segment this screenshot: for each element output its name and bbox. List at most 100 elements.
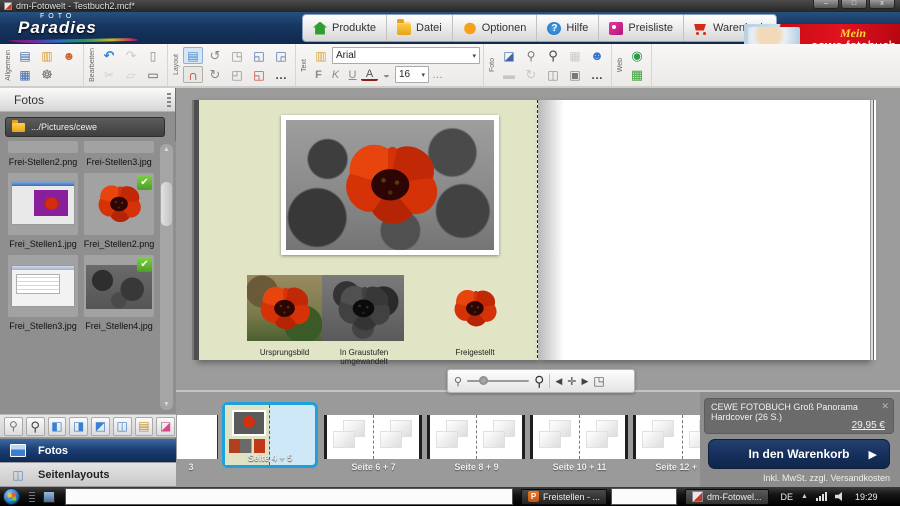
clock[interactable]: 19:29 <box>855 492 878 502</box>
menu-optionen[interactable]: Optionen <box>453 15 538 41</box>
underline-button[interactable]: U <box>344 66 361 83</box>
open-icon[interactable] <box>37 47 57 64</box>
previous-page-icon[interactable]: ◀ <box>555 376 562 387</box>
photo-cutout[interactable] <box>443 275 507 341</box>
next-page-icon[interactable]: ▶ <box>581 376 588 387</box>
scroll-up-icon[interactable]: ▲ <box>160 146 173 153</box>
zoom-in-icon[interactable]: ⚲ <box>534 373 544 390</box>
web-upload-icon[interactable] <box>627 47 647 64</box>
filmstrip-page-3[interactable] <box>177 415 217 459</box>
thumbnail-partial[interactable] <box>84 141 154 153</box>
menu-hilfe[interactable]: Hilfe <box>537 15 599 41</box>
bold-button[interactable]: F <box>310 66 327 83</box>
book-page-left[interactable]: Ursprungsbild In Graustufen umgewandelt … <box>194 100 537 360</box>
zoom-in-photo-icon[interactable] <box>543 47 563 64</box>
font-size-select[interactable]: 16 ▾ <box>395 66 429 83</box>
language-indicator[interactable]: DE <box>781 492 794 502</box>
nav-item-fotos[interactable]: Fotos <box>0 439 176 463</box>
taskbar-dm-fotowelt[interactable]: dm-Fotowel... <box>685 489 769 505</box>
zoom-in-icon[interactable] <box>26 417 45 436</box>
folder-path-bar[interactable]: .../Pictures/cewe <box>5 117 165 137</box>
view-four-icon[interactable] <box>113 417 132 436</box>
photo-grayscale[interactable] <box>322 275 404 341</box>
minimize-button[interactable]: – <box>813 0 839 9</box>
zoom-slider[interactable] <box>467 380 529 382</box>
thumbnail-partial[interactable] <box>8 141 78 153</box>
nav-item-seitenlayouts[interactable]: Seitenlayouts <box>0 463 176 487</box>
add-photo-icon[interactable] <box>499 47 519 64</box>
address-book-icon[interactable] <box>59 47 79 64</box>
thumbnail-frei-stellen1[interactable] <box>8 173 78 235</box>
web-layout-icon[interactable] <box>627 66 647 83</box>
save-as-icon[interactable] <box>15 66 35 83</box>
filmstrip-spread-4-5-selected[interactable]: Seite 4 + 5 <box>222 402 318 468</box>
photo-original[interactable] <box>247 275 322 341</box>
view-one-icon[interactable] <box>48 417 67 436</box>
settings-icon[interactable] <box>37 66 57 83</box>
menu-datei[interactable]: Datei <box>387 15 453 41</box>
italic-button[interactable]: K <box>327 66 344 83</box>
undo-icon[interactable] <box>99 47 119 64</box>
snap-lines-icon[interactable] <box>183 47 203 64</box>
zoom-out-photo-icon[interactable] <box>521 47 541 64</box>
zoom-slider-thumb[interactable] <box>479 376 488 385</box>
menu-produkte[interactable]: Produkte <box>303 15 387 41</box>
quick-launch-icon[interactable] <box>43 491 55 503</box>
add-to-cart-button[interactable]: In den Warenkorb ▶ <box>708 439 890 469</box>
tray-expand-icon[interactable]: ▲ <box>801 493 808 500</box>
book-page-right[interactable] <box>538 100 868 360</box>
zoom-out-icon[interactable] <box>4 417 23 436</box>
insert-text-box-icon[interactable] <box>311 47 331 64</box>
open-window-strip[interactable] <box>65 488 513 505</box>
more-icon[interactable] <box>587 66 607 83</box>
smiley-icon[interactable] <box>587 47 607 64</box>
save-icon[interactable] <box>15 47 35 64</box>
cut-icon[interactable] <box>99 66 119 83</box>
filmstrip-spread-6-7[interactable] <box>324 415 422 459</box>
panel-grip[interactable] <box>167 93 171 107</box>
delete-icon[interactable] <box>143 47 163 64</box>
close-icon[interactable]: ✕ <box>881 401 889 412</box>
copy-icon[interactable] <box>121 66 141 83</box>
filmstrip-spread-10-11[interactable] <box>530 415 628 459</box>
close-button[interactable]: x <box>869 0 895 9</box>
product-price[interactable]: 29,95 € <box>852 420 885 431</box>
magnet-icon[interactable] <box>183 66 203 83</box>
scroll-down-icon[interactable]: ▼ <box>160 401 173 408</box>
menu-preisliste[interactable]: Preisliste <box>599 15 684 41</box>
fill-color-button[interactable] <box>378 66 395 83</box>
font-color-button[interactable]: A <box>361 68 378 81</box>
thumbnail-frei-stellen4[interactable]: ✔ <box>84 255 154 317</box>
send-backward-icon[interactable] <box>227 66 247 83</box>
zoom-out-icon[interactable]: ⚲ <box>454 375 462 388</box>
frame-icon[interactable] <box>565 66 585 83</box>
text-more-button[interactable]: … <box>429 66 446 83</box>
crop-icon[interactable] <box>499 66 519 83</box>
rotate-left-icon[interactable] <box>205 47 225 64</box>
rotate-photo-icon[interactable] <box>521 66 541 83</box>
large-photo-frame[interactable] <box>281 115 499 255</box>
scrollbar-thumb[interactable] <box>161 182 172 226</box>
view-two-icon[interactable] <box>69 417 88 436</box>
font-family-select[interactable]: Arial ▾ <box>332 47 480 64</box>
calendar-icon[interactable] <box>565 47 585 64</box>
thumbnail-frei-stellen3[interactable] <box>8 255 78 317</box>
new-image-box-icon[interactable] <box>249 47 269 64</box>
spread-view-icon[interactable] <box>543 66 563 83</box>
view-three-icon[interactable] <box>91 417 110 436</box>
paste-icon[interactable] <box>143 66 163 83</box>
volume-icon[interactable] <box>835 492 845 501</box>
fit-page-icon[interactable]: ✛ <box>567 375 576 388</box>
redo-icon[interactable] <box>121 47 141 64</box>
image-to-front-icon[interactable] <box>271 47 291 64</box>
thumbnail-frei-stellen2[interactable]: ✔ <box>84 173 154 235</box>
taskbar-freistellen[interactable]: P Freistellen - ... <box>521 489 607 505</box>
maximize-button[interactable]: □ <box>841 0 867 9</box>
network-icon[interactable] <box>816 492 827 501</box>
photos-scrollbar[interactable]: ▲ ▼ <box>160 144 173 410</box>
more-icon[interactable] <box>271 66 291 83</box>
start-button[interactable] <box>3 488 20 505</box>
delete-image-box-icon[interactable] <box>249 66 269 83</box>
book-preview-icon[interactable] <box>135 417 154 436</box>
rotate-right-icon[interactable] <box>205 66 225 83</box>
